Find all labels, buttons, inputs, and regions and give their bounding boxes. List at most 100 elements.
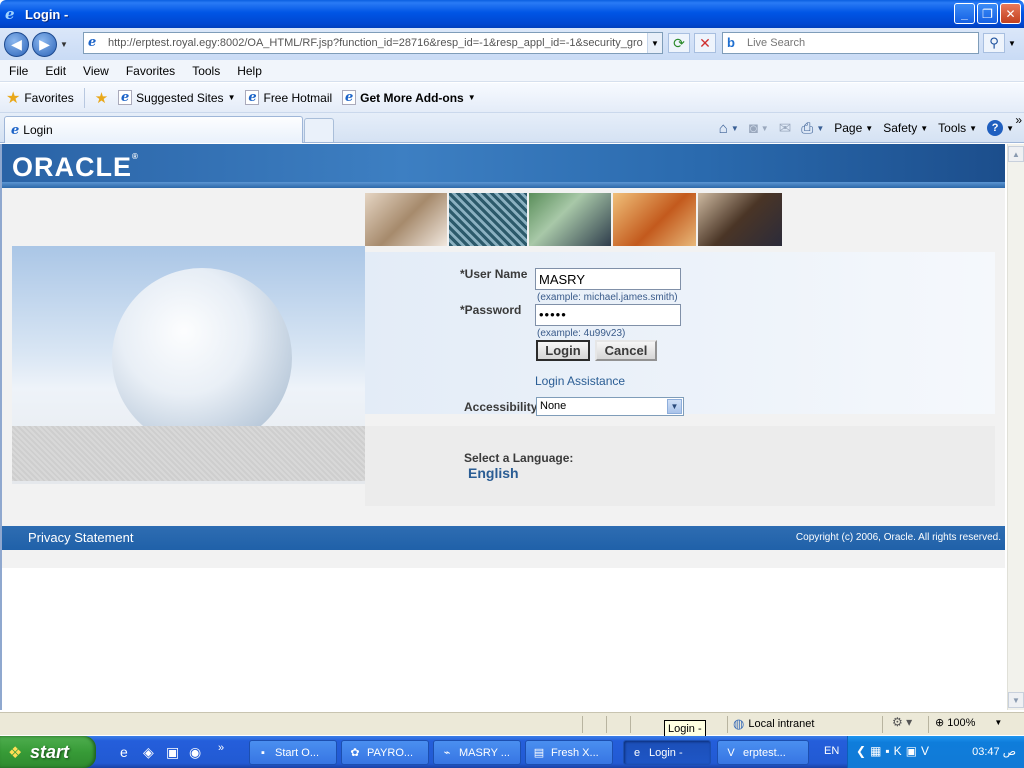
antivirus-icon[interactable]: K xyxy=(894,744,902,758)
banner-photo xyxy=(365,193,447,246)
password-label: *Password xyxy=(460,303,522,317)
login-button[interactable]: Login xyxy=(536,340,590,361)
firefox-quicklaunch-icon[interactable]: ◉ xyxy=(189,744,201,761)
page-menu[interactable]: Page ▼ xyxy=(830,121,877,135)
clock[interactable]: 03:47 ص xyxy=(972,745,1016,758)
task-start-o[interactable]: ▪ Start O... xyxy=(249,740,337,765)
ie-quicklaunch-icon[interactable]: e xyxy=(120,744,128,760)
safety-menu[interactable]: Safety ▼ xyxy=(879,121,932,135)
password-input[interactable]: ••••• xyxy=(535,304,681,326)
menu-edit[interactable]: Edit xyxy=(36,64,74,78)
favorites-divider xyxy=(83,87,85,108)
tray-app-icon[interactable]: ▪ xyxy=(885,744,889,758)
new-tab-button[interactable] xyxy=(304,118,334,142)
stop-button[interactable]: ✕ xyxy=(694,33,716,53)
username-input[interactable] xyxy=(535,268,681,290)
menu-tools[interactable]: Tools xyxy=(183,64,228,78)
print-icon[interactable]: ⎙ ▼ xyxy=(797,120,828,137)
refresh-button[interactable]: ⟳ xyxy=(668,33,690,53)
minimize-button[interactable]: _ xyxy=(954,3,975,24)
task-payro[interactable]: ✿ PAYRO... xyxy=(341,740,429,765)
start-button[interactable]: ❖ start xyxy=(0,736,96,768)
banner-photo xyxy=(613,193,696,246)
search-input[interactable] xyxy=(747,37,967,49)
menu-view[interactable]: View xyxy=(74,64,117,78)
page-icon: e xyxy=(245,90,260,105)
protected-mode-icon[interactable]: ⚙ ▾ xyxy=(892,715,912,729)
feeds-icon[interactable]: ◙ ▼ xyxy=(745,120,773,137)
ie-icon: e xyxy=(633,746,641,759)
address-bar[interactable]: e http://erptest.royal.egy:8002/OA_HTML/… xyxy=(83,32,663,54)
more-quicklaunch-icon[interactable]: » xyxy=(218,742,224,754)
taskbar: ❖ start e ◈ ▣ ◉ » ▪ Start O... ✿ PAYRO... … xyxy=(0,736,1024,768)
app-icon: ✿ xyxy=(350,747,360,759)
language-english-link[interactable]: English xyxy=(468,465,519,481)
history-dropdown-icon[interactable]: ▼ xyxy=(60,40,72,49)
select-language-label: Select a Language: xyxy=(464,451,574,465)
security-zone[interactable]: ◍ Local intranet xyxy=(733,716,814,732)
window-titlebar: e Login - _ ❐ ✕ xyxy=(0,0,1024,28)
login-assistance-link[interactable]: Login Assistance xyxy=(535,374,625,388)
address-url[interactable]: http://erptest.royal.egy:8002/OA_HTML/RF… xyxy=(108,37,648,49)
tray-app-icon[interactable]: ▣ xyxy=(906,744,917,758)
copyright-text: Copyright (c) 2006, Oracle. All rights r… xyxy=(795,532,1001,543)
favorites-button[interactable]: Favorites xyxy=(24,91,73,105)
menu-bar: File Edit View Favorites Tools Help xyxy=(0,60,1024,82)
add-favorite-icon[interactable]: ★ xyxy=(95,89,108,107)
maximize-button[interactable]: ❐ xyxy=(977,3,998,24)
scroll-up-icon[interactable]: ▲ xyxy=(1008,146,1024,162)
favorites-bar: ★ Favorites ★ e Suggested Sites ▼ e Free… xyxy=(0,83,1024,113)
cancel-button[interactable]: Cancel xyxy=(595,340,657,361)
browser-quicklaunch-icon[interactable]: ◈ xyxy=(143,744,154,761)
tools-menu[interactable]: Tools ▼ xyxy=(934,121,981,135)
privacy-statement-link[interactable]: Privacy Statement xyxy=(28,530,134,545)
status-divider xyxy=(606,716,607,733)
task-erptest[interactable]: Verptest... xyxy=(717,740,809,765)
chevron-down-icon: ▼ xyxy=(467,93,476,102)
desktop-quicklaunch-icon[interactable]: ▣ xyxy=(166,744,179,761)
vnc-icon: V xyxy=(727,746,735,759)
home-icon[interactable]: ⌂ ▼ xyxy=(715,120,743,137)
help-icon[interactable]: ? ▼ xyxy=(983,120,1018,136)
search-icon[interactable]: ⚲ xyxy=(983,33,1005,53)
vnc-tray-icon[interactable]: V xyxy=(921,744,929,758)
tab-label: Login xyxy=(23,123,53,137)
menu-favorites[interactable]: Favorites xyxy=(117,64,183,78)
tab-login[interactable]: e Login xyxy=(4,116,303,143)
command-bar: ⌂ ▼ ◙ ▼ ✉ ⎙ ▼ Page ▼ Safety ▼ Tools ▼ ? ▼ xyxy=(715,117,1018,139)
document-icon: ▤ xyxy=(533,747,545,759)
task-fresh-x[interactable]: ▤ Fresh X... xyxy=(525,740,613,765)
search-box[interactable]: b xyxy=(722,32,979,54)
address-dropdown-icon[interactable]: ▼ xyxy=(647,33,662,53)
windows-flag-icon: ❖ xyxy=(8,745,23,762)
suggested-sites-link[interactable]: e Suggested Sites ▼ xyxy=(118,90,235,105)
scroll-down-icon[interactable]: ▼ xyxy=(1008,692,1024,708)
mail-icon[interactable]: ✉ xyxy=(775,119,796,137)
more-commands-icon[interactable]: » xyxy=(1015,113,1022,127)
globe-image xyxy=(112,268,292,448)
input-language-indicator[interactable]: EN xyxy=(824,745,839,757)
tooltip: Login - xyxy=(664,720,706,737)
menu-file[interactable]: File xyxy=(0,64,36,78)
favorites-star-icon[interactable]: ★ xyxy=(6,88,20,108)
vertical-scrollbar[interactable]: ▲ ▼ xyxy=(1007,144,1024,710)
language-panel xyxy=(365,426,995,506)
cmd-icon: ▪ xyxy=(261,746,265,759)
network-icon[interactable]: ▦ xyxy=(870,744,881,758)
search-options-icon[interactable]: ▼ xyxy=(1006,33,1018,53)
zoom-control[interactable]: ⊕ 100% ▼ xyxy=(935,716,1003,730)
username-hint: (example: michael.james.smith) xyxy=(537,292,678,303)
free-hotmail-link[interactable]: e Free Hotmail xyxy=(245,90,332,105)
close-button[interactable]: ✕ xyxy=(1000,3,1021,24)
tray-expand-icon[interactable]: ❮ xyxy=(856,744,866,758)
oracle-logo: ORACLE® xyxy=(12,152,139,182)
task-masry[interactable]: ⌁ MASRY ... xyxy=(433,740,521,765)
forward-button[interactable]: ▶ xyxy=(32,31,57,57)
page-background xyxy=(2,506,1005,526)
back-button[interactable]: ◀ xyxy=(4,31,29,57)
task-login[interactable]: e Login - xyxy=(623,740,711,765)
accessibility-select[interactable]: None ▼ xyxy=(536,397,684,416)
chevron-down-icon: ▼ xyxy=(994,718,1003,727)
menu-help[interactable]: Help xyxy=(228,64,270,78)
get-addons-link[interactable]: e Get More Add-ons ▼ xyxy=(342,90,476,105)
